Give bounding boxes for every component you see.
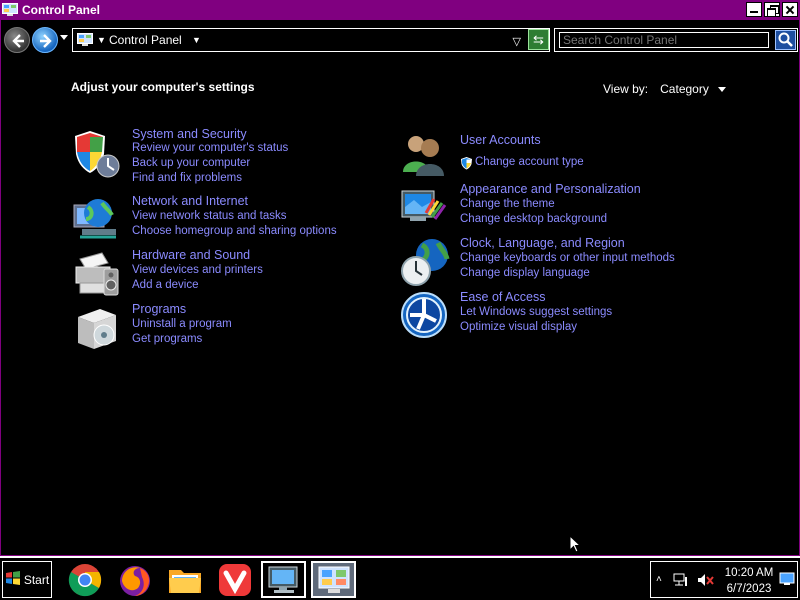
back-button[interactable]: [4, 27, 30, 53]
ease-of-access-link[interactable]: Ease of Access: [460, 290, 545, 304]
shield-icon[interactable]: [72, 128, 122, 178]
restore-button[interactable]: [764, 2, 780, 17]
network-globe-icon[interactable]: [72, 195, 122, 245]
mouse-cursor-icon: [569, 534, 582, 556]
uninstall-program-link[interactable]: Uninstall a program: [132, 318, 232, 330]
chevron-down-icon[interactable]: ▼: [97, 35, 106, 45]
add-device-link[interactable]: Add a device: [132, 279, 199, 291]
view-by-value[interactable]: Category: [660, 82, 709, 96]
recent-pages-dropdown[interactable]: [60, 35, 68, 40]
suggest-settings-link[interactable]: Let Windows suggest settings: [460, 306, 612, 318]
taskbar: Start ˄ 10:20 AM 6/7/2023: [0, 556, 800, 600]
search-box[interactable]: [554, 28, 798, 52]
users-icon[interactable]: [400, 132, 450, 182]
clock-time: 10:20 AM: [724, 567, 774, 579]
user-accounts-link[interactable]: User Accounts: [460, 133, 541, 147]
change-keyboards-link[interactable]: Change keyboards or other input methods: [460, 252, 675, 264]
control-panel-icon[interactable]: [311, 561, 356, 598]
system-security-link[interactable]: System and Security: [132, 127, 247, 141]
appearance-link[interactable]: Appearance and Personalization: [460, 182, 641, 196]
clock-date: 6/7/2023: [726, 583, 772, 595]
network-internet-link[interactable]: Network and Internet: [132, 194, 248, 208]
get-programs-link[interactable]: Get programs: [132, 333, 202, 345]
hardware-sound-link[interactable]: Hardware and Sound: [132, 248, 250, 262]
chevron-down-icon[interactable]: ▼: [192, 35, 201, 45]
monitor-palette-icon[interactable]: [400, 183, 450, 233]
vivaldi-icon[interactable]: [212, 561, 257, 598]
forward-button[interactable]: [32, 27, 58, 53]
category-appearance: Appearance and Personalization Change th…: [400, 182, 720, 233]
category-hardware-sound: Hardware and Sound View devices and prin…: [72, 248, 372, 299]
category-clock-language-region: Clock, Language, and Region Change keybo…: [400, 236, 720, 289]
clock[interactable]: 10:20 AM 6/7/2023: [719, 565, 779, 597]
windows-logo-icon: [5, 571, 21, 588]
change-account-type-link[interactable]: Change account type: [475, 156, 584, 168]
review-status-link[interactable]: Review your computer's status: [132, 142, 288, 154]
minimize-button[interactable]: [746, 2, 762, 17]
window-title: Control Panel: [22, 3, 101, 17]
navigation-bar: ▼ Control Panel ▼ ▽ ⇆: [0, 22, 800, 56]
display-language-link[interactable]: Change display language: [460, 267, 590, 279]
ease-of-access-icon[interactable]: [400, 291, 450, 341]
close-button[interactable]: [782, 2, 798, 17]
programs-link[interactable]: Programs: [132, 302, 186, 316]
volume-muted-icon[interactable]: [697, 573, 715, 590]
homegroup-link[interactable]: Choose homegroup and sharing options: [132, 225, 337, 237]
search-input[interactable]: [559, 32, 769, 48]
chrome-icon[interactable]: [62, 561, 107, 598]
show-hidden-icons-icon[interactable]: ˄: [656, 574, 662, 585]
category-system-security: System and Security Review your computer…: [72, 127, 372, 188]
category-programs: Programs Uninstall a program Get program…: [72, 302, 372, 353]
optimize-display-link[interactable]: Optimize visual display: [460, 321, 577, 333]
category-user-accounts: User Accounts Change account type: [400, 132, 700, 182]
start-button[interactable]: Start: [2, 561, 52, 598]
page-title: Adjust your computer's settings: [71, 80, 255, 94]
shield-icon: [460, 156, 473, 173]
address-location[interactable]: Control Panel: [109, 33, 182, 47]
network-status-link[interactable]: View network status and tasks: [132, 210, 286, 222]
system-tray: ˄ 10:20 AM 6/7/2023: [650, 561, 798, 598]
title-bar: Control Panel: [0, 0, 800, 20]
printer-icon[interactable]: [72, 249, 122, 299]
search-icon[interactable]: [775, 30, 796, 50]
clock-globe-icon[interactable]: [400, 237, 450, 287]
refresh-button[interactable]: ⇆: [528, 29, 549, 50]
desktop-background-link[interactable]: Change desktop background: [460, 213, 607, 225]
view-by-label: View by:: [603, 82, 649, 96]
view-by-control[interactable]: View by: Category: [603, 82, 726, 96]
programs-box-icon[interactable]: [72, 303, 122, 353]
backup-link[interactable]: Back up your computer: [132, 157, 250, 169]
network-icon[interactable]: [673, 573, 689, 590]
firefox-icon[interactable]: [112, 561, 157, 598]
category-network-internet: Network and Internet View network status…: [72, 194, 372, 245]
category-ease-of-access: Ease of Access Let Windows suggest setti…: [400, 290, 720, 341]
find-fix-problems-link[interactable]: Find and fix problems: [132, 172, 242, 184]
address-history-dropdown[interactable]: ▽: [513, 35, 521, 48]
start-label: Start: [23, 572, 50, 587]
address-bar[interactable]: ▼ Control Panel ▼ ▽: [72, 28, 550, 52]
control-panel-icon: [77, 33, 93, 47]
control-panel-icon: [2, 3, 18, 17]
show-desktop-icon[interactable]: [779, 572, 795, 589]
clock-language-region-link[interactable]: Clock, Language, and Region: [460, 236, 625, 250]
chevron-down-icon[interactable]: [717, 86, 726, 92]
devices-printers-link[interactable]: View devices and printers: [132, 264, 263, 276]
file-explorer-icon[interactable]: [162, 561, 207, 598]
remote-desktop-icon[interactable]: [261, 561, 306, 598]
change-theme-link[interactable]: Change the theme: [460, 198, 555, 210]
